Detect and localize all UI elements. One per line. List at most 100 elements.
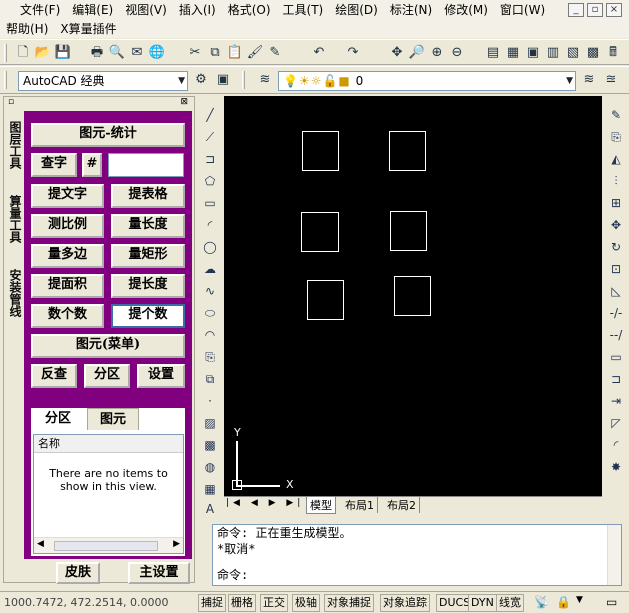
extend-icon[interactable]: --/ (607, 326, 625, 344)
make-block-icon[interactable]: ⧉ (201, 370, 219, 388)
join-icon[interactable]: ⇥ (607, 392, 625, 410)
tab-model[interactable]: 模型 (306, 497, 336, 514)
extract-area-button[interactable]: 提面积 (31, 274, 104, 298)
drawing-square[interactable] (307, 280, 344, 320)
clean-screen-icon[interactable]: ▭ (606, 595, 617, 609)
workspace-combo[interactable]: AutoCAD 经典 ▼ (18, 71, 188, 91)
measure-polygon-button[interactable]: 量多边 (31, 244, 104, 268)
ortho-toggle[interactable]: 正交 (260, 594, 288, 612)
otrack-toggle[interactable]: 对象追踪 (380, 594, 430, 612)
extract-count-button[interactable]: 提个数 (111, 304, 185, 328)
paste-icon[interactable]: 📋 (226, 44, 244, 62)
hash-button[interactable]: # (82, 153, 102, 177)
tab-install-pipeline[interactable]: 安装管线 (6, 259, 24, 327)
menu-modify[interactable]: 修改(M) (438, 1, 494, 18)
fillet-icon[interactable]: ◜ (607, 436, 625, 454)
settings-button[interactable]: 设置 (137, 364, 185, 388)
save-icon[interactable]: 💾 (54, 44, 72, 62)
point-icon[interactable]: · (201, 392, 219, 410)
publish-icon[interactable]: ✉ (128, 44, 146, 62)
count-button[interactable]: 数个数 (31, 304, 104, 328)
tab-layout1[interactable]: 布局1 (342, 497, 378, 513)
break-icon[interactable]: ⊐ (607, 370, 625, 388)
coordinate-readout[interactable]: 1000.7472, 472.2514, 0.0000 (4, 596, 168, 609)
drawing-canvas[interactable]: Y X (224, 96, 602, 496)
ellipse-arc-icon[interactable]: ◠ (201, 326, 219, 344)
drawing-square[interactable] (389, 131, 426, 171)
measure-rect-button[interactable]: 量矩形 (111, 244, 185, 268)
hatch-icon[interactable]: ▨ (201, 414, 219, 432)
explode-icon[interactable]: ✸ (607, 458, 625, 476)
offset-icon[interactable]: ⫶ (607, 172, 625, 190)
cut-icon[interactable]: ✂ (186, 44, 204, 62)
find-text-button[interactable]: 查字 (31, 153, 77, 177)
drawing-square[interactable] (394, 276, 431, 316)
my-workspace-icon[interactable]: ▣ (214, 71, 232, 89)
menu-edit[interactable]: 编辑(E) (66, 1, 119, 18)
list-horizontal-scrollbar[interactable]: ◀ ▶ (34, 537, 183, 553)
tool-palettes-icon[interactable]: ▣ (524, 44, 542, 62)
design-center-icon[interactable]: ▦ (504, 44, 522, 62)
sheet-set-icon[interactable]: ▥ (544, 44, 562, 62)
lineweight-toggle[interactable]: 线宽 (496, 594, 524, 612)
properties-icon[interactable]: ▤ (484, 44, 502, 62)
trim-icon[interactable]: -/- (607, 304, 625, 322)
dyn-toggle[interactable]: DYN (468, 594, 497, 612)
find-input[interactable] (108, 153, 184, 177)
menu-x-plugin[interactable]: X算量插件 (54, 20, 122, 37)
layer-manager-icon[interactable]: ≋ (256, 71, 274, 89)
pan-icon[interactable]: ✥ (388, 44, 406, 62)
new-icon[interactable]: 🗋 (14, 44, 32, 62)
extract-table-button[interactable]: 提表格 (111, 184, 185, 208)
menu-draw[interactable]: 绘图(D) (329, 1, 384, 18)
zoom-realtime-icon[interactable]: 🔎 (408, 44, 426, 62)
main-settings-button[interactable]: 主设置 (128, 562, 190, 584)
gradient-icon[interactable]: ▩ (201, 436, 219, 454)
panel-close-icon[interactable]: ⊠ (180, 97, 188, 107)
undo-icon[interactable]: ↶ (310, 44, 328, 62)
copy-icon[interactable]: ⧉ (206, 44, 224, 62)
menu-view[interactable]: 视图(V) (119, 1, 173, 18)
workspace-settings-icon[interactable]: ⚙ (192, 71, 210, 89)
arc-icon[interactable]: ◜ (201, 216, 219, 234)
snap-toggle[interactable]: 捕捉 (198, 594, 226, 612)
polar-toggle[interactable]: 极轴 (292, 594, 320, 612)
spline-icon[interactable]: ∿ (201, 282, 219, 300)
erase-icon[interactable]: ✎ (607, 106, 625, 124)
list-header-name[interactable]: 名称 (34, 435, 183, 453)
insert-block-icon[interactable]: ⎘ (201, 348, 219, 366)
block-editor-icon[interactable]: ✎ (266, 44, 284, 62)
print-icon[interactable]: 🖶 (88, 44, 106, 62)
menu-tools[interactable]: 工具(T) (277, 1, 330, 18)
zoom-window-icon[interactable]: ⊕ (428, 44, 446, 62)
redo-icon[interactable]: ↷ (344, 44, 362, 62)
stat-button[interactable]: 图元-统计 (31, 123, 185, 147)
revcloud-icon[interactable]: ☁ (201, 260, 219, 278)
array-icon[interactable]: ⊞ (607, 194, 625, 212)
panel-pin-icon[interactable]: ▫ (8, 97, 14, 107)
mtext-icon[interactable]: A (201, 500, 219, 518)
polyline-icon[interactable]: ⊐ (201, 150, 219, 168)
menu-insert[interactable]: 插入(I) (173, 1, 222, 18)
move-icon[interactable]: ✥ (607, 216, 625, 234)
line-icon[interactable]: ╱ (201, 106, 219, 124)
calculator-icon[interactable]: 🖩 (604, 44, 622, 62)
tab-layer-tools[interactable]: 图层工具 (6, 111, 24, 179)
chamfer-icon[interactable]: ◸ (607, 414, 625, 432)
match-props-icon[interactable]: 🖌 (246, 44, 264, 62)
restore-button[interactable]: ▫ (587, 3, 603, 17)
menu-file[interactable]: 文件(F) (14, 1, 66, 18)
command-scrollbar[interactable] (607, 525, 621, 585)
construction-line-icon[interactable]: ⟋ (201, 128, 219, 146)
menu-window[interactable]: 窗口(W) (494, 1, 551, 18)
region-icon[interactable]: ◍ (201, 458, 219, 476)
tab-quantity-tools[interactable]: 算量工具 (6, 185, 24, 253)
menu-format[interactable]: 格式(O) (222, 1, 277, 18)
partition-list[interactable]: 名称 There are no items to show in this vi… (33, 434, 184, 554)
extract-text-button[interactable]: 提文字 (31, 184, 104, 208)
extract-length-button[interactable]: 提长度 (111, 274, 185, 298)
rectangle-icon[interactable]: ▭ (201, 194, 219, 212)
command-prompt[interactable]: 命令: (213, 567, 248, 583)
measure-scale-button[interactable]: 测比例 (31, 214, 104, 238)
reverse-lookup-button[interactable]: 反查 (31, 364, 77, 388)
